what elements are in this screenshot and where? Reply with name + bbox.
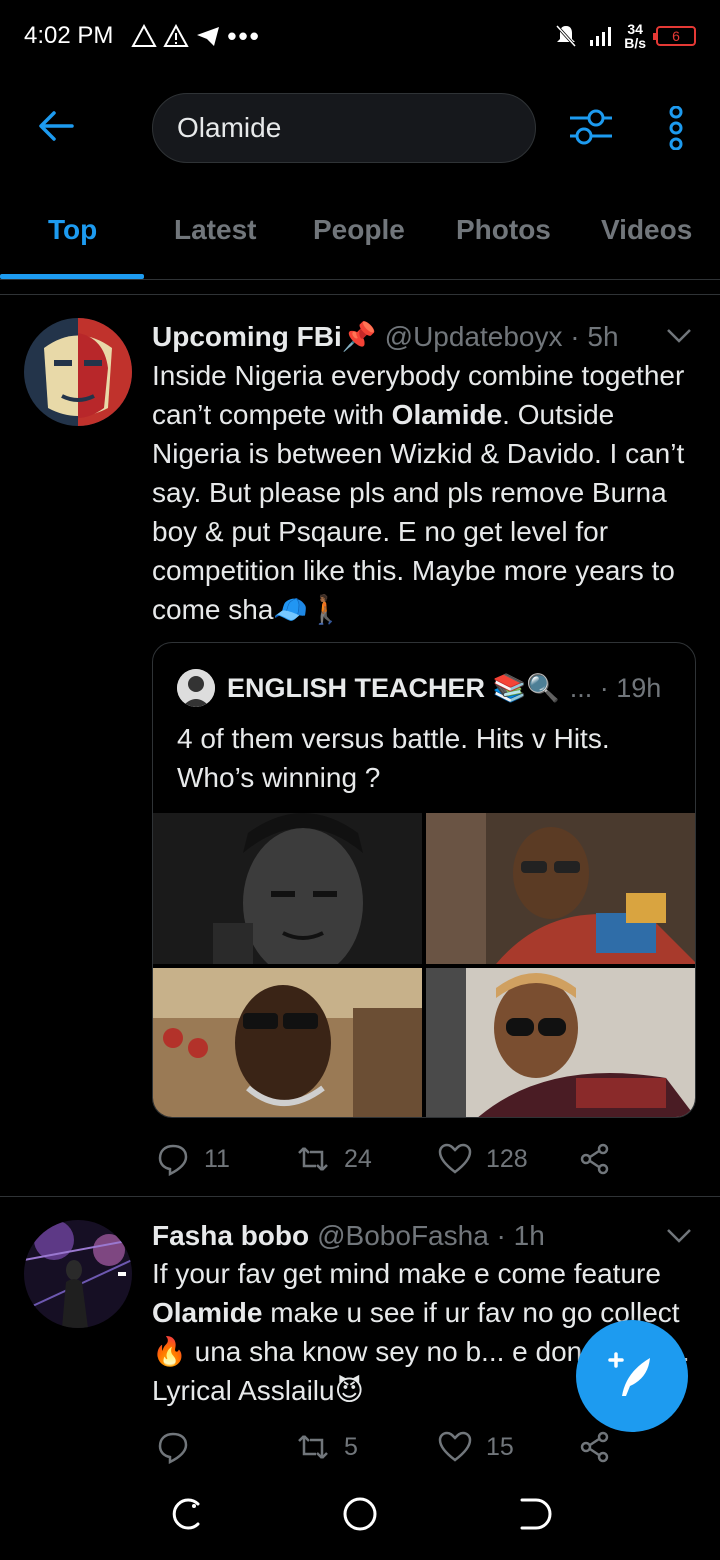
highlighted-term: Olamide [391, 399, 503, 430]
reply-icon [158, 1432, 188, 1464]
divider [0, 294, 720, 295]
search-tabs: Top Latest People Photos Videos [0, 198, 720, 280]
reply-count: 11 [204, 1144, 230, 1173]
notification-icons: ••• [131, 21, 260, 52]
share-icon [580, 1143, 609, 1175]
tweet-actions: 11 24 128 [152, 1142, 632, 1182]
highlighted-term: Olamide [152, 1297, 263, 1328]
tweet-header: Fasha bobo @BoboFasha · 1h [152, 1220, 545, 1252]
heart-icon [438, 1431, 472, 1462]
retweet-count: 5 [344, 1432, 358, 1461]
author-handle: @Updateboyx · 5h [384, 320, 619, 352]
tab-videos[interactable]: Videos [601, 214, 692, 246]
system-navigation-bar [0, 1470, 720, 1560]
heart-icon [438, 1143, 472, 1174]
reply-button[interactable] [156, 1430, 204, 1464]
filter-sliders-icon[interactable] [566, 104, 616, 150]
author-name[interactable]: Upcoming FBi📌 [152, 320, 377, 353]
tweet-header: Upcoming FBi📌 @Updateboyx · 5h [152, 320, 619, 353]
like-button[interactable]: 15 [438, 1430, 514, 1464]
quoted-avatar [177, 669, 215, 707]
search-query: Olamide [177, 112, 282, 143]
chevron-down-icon[interactable] [666, 328, 692, 344]
tab-latest[interactable]: Latest [174, 214, 256, 246]
tweet-actions: 5 15 [152, 1430, 632, 1470]
retweet-button[interactable]: 5 [296, 1430, 358, 1464]
like-count: 15 [486, 1432, 514, 1461]
search-input[interactable]: Olamide [152, 93, 536, 163]
retweet-icon [298, 1147, 328, 1171]
photo-olamide[interactable] [153, 813, 422, 964]
quoted-tweet-header: ENGLISH TEACHER 📚🔍 ... · 19h [177, 669, 661, 707]
tweet-text: Inside Nigeria everybody combine togethe… [152, 360, 685, 625]
recent-apps-icon[interactable] [166, 1494, 206, 1534]
battery-icon: 6 [653, 26, 696, 46]
more-options-icon[interactable] [662, 106, 690, 150]
quoted-author-name: ENGLISH TEACHER 📚🔍 [227, 673, 560, 703]
share-button[interactable] [578, 1142, 612, 1176]
retweet-button[interactable]: 24 [296, 1142, 372, 1176]
photo-wizkid[interactable] [426, 968, 695, 1117]
home-icon[interactable] [340, 1494, 380, 1534]
warning-icon [163, 24, 190, 47]
mute-notification-icon [556, 24, 577, 48]
quoted-text: 4 of them versus battle. Hits v Hits. Wh… [177, 723, 610, 793]
tweet-card[interactable]: Upcoming FBi📌 @Updateboyx · 5h Inside Ni… [0, 296, 720, 1196]
like-count: 128 [486, 1144, 528, 1173]
reply-button[interactable]: 11 [156, 1142, 230, 1176]
like-button[interactable]: 128 [438, 1142, 528, 1176]
share-button[interactable] [578, 1430, 612, 1464]
network-speed: 34 B/s [624, 21, 646, 51]
photo-grid [153, 813, 695, 1117]
signal-icon [590, 27, 612, 46]
search-header: Olamide [0, 88, 720, 168]
status-time: 4:02 PM [24, 22, 114, 49]
warning-icon [131, 24, 158, 47]
status-bar: 4:02 PM ••• 34 B/s 6 [0, 0, 720, 72]
retweet-icon [298, 1435, 328, 1459]
back-nav-icon[interactable] [514, 1494, 554, 1534]
avatar[interactable] [24, 318, 132, 426]
reply-icon [158, 1144, 188, 1176]
divider [0, 1196, 720, 1197]
chevron-down-icon[interactable] [666, 1228, 692, 1244]
photo-davido[interactable] [426, 813, 695, 964]
quoted-meta: ... · 19h [569, 672, 662, 703]
retweet-count: 24 [344, 1144, 372, 1173]
author-handle: @BoboFasha · 1h [317, 1220, 545, 1251]
quoted-tweet[interactable]: ENGLISH TEACHER 📚🔍 ... · 19h 4 of them v… [152, 642, 696, 1118]
telegram-icon [197, 27, 220, 46]
share-icon [580, 1431, 609, 1463]
more-dots-icon: ••• [227, 20, 261, 51]
photo-burna-boy[interactable] [153, 968, 422, 1117]
tab-top[interactable]: Top [48, 214, 97, 246]
active-tab-indicator [0, 274, 144, 279]
back-arrow-icon[interactable] [36, 106, 76, 146]
author-name[interactable]: Fasha bobo [152, 1220, 309, 1252]
tab-people[interactable]: People [313, 214, 405, 246]
compose-tweet-button[interactable] [576, 1320, 688, 1432]
avatar[interactable] [24, 1220, 132, 1328]
compose-feather-icon [608, 1352, 650, 1396]
tab-photos[interactable]: Photos [456, 214, 551, 246]
